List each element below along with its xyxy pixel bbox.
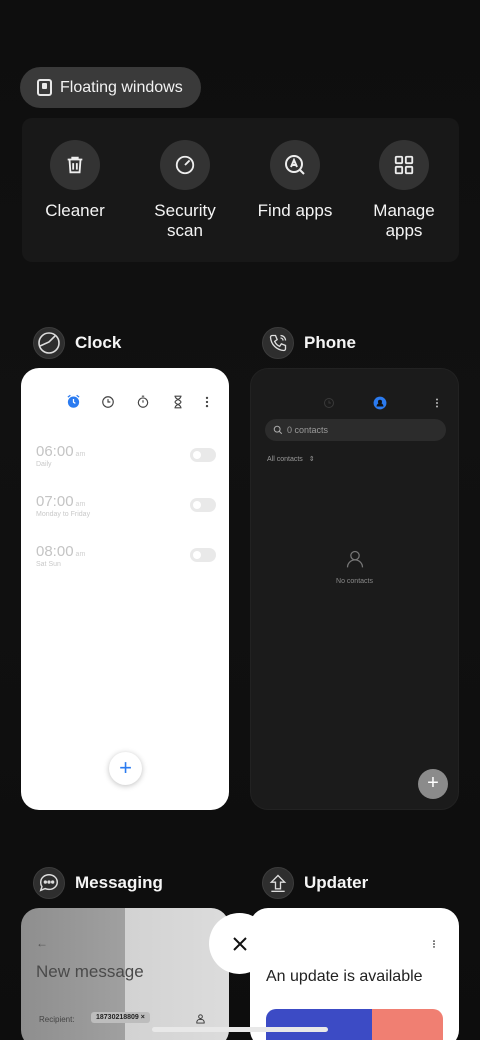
clock-app-card[interactable]: 06:00 am Daily 07:00 am Monday to Friday 0… [21,368,229,810]
quick-tools-panel: Cleaner Security scan Find apps Manage a… [22,118,459,262]
updater-app-icon [262,867,294,899]
add-alarm-button[interactable]: + [109,752,142,785]
alarm-ampm: am [75,501,86,508]
clock-toolbar [21,394,229,411]
empty-contacts-state: No contacts [251,549,458,585]
find-apps-icon [270,140,320,190]
alarm-time: 06:00 [36,443,74,460]
floating-windows-button[interactable]: Floating windows [20,67,201,108]
contact-picker-icon[interactable] [195,1013,206,1024]
security-scan-label: Security scan [154,201,216,240]
close-all-button[interactable] [209,913,270,974]
find-apps-button[interactable]: Find apps [245,140,345,221]
no-contacts-label: No contacts [336,578,373,585]
updater-app-header[interactable]: Updater [262,867,368,899]
alarm-row[interactable]: 07:00 am Monday to Friday [36,493,216,518]
alarm-toggle[interactable] [190,548,216,562]
contacts-filter-dropdown[interactable]: All contacts ⇕ [267,455,315,463]
sort-icon: ⇕ [308,456,315,463]
alarm-repeat: Sat Sun [36,561,61,568]
search-icon [273,425,283,435]
alarm-toggle[interactable] [190,448,216,462]
more-options-icon[interactable] [200,395,214,409]
phone-app-header[interactable]: Phone [262,327,356,359]
recipient-label: Recipient: [39,1015,75,1024]
more-options-icon[interactable] [429,938,439,950]
alarm-ampm: am [75,451,86,458]
floating-windows-label: Floating windows [60,78,183,96]
update-banner-image [266,1009,443,1040]
phone-app-card[interactable]: 0 contacts All contacts ⇕ No contacts + [250,368,459,810]
recents-tab-icon[interactable] [323,397,335,409]
home-indicator[interactable] [152,1027,328,1032]
alarm-time: 07:00 [36,493,74,510]
messaging-app-icon [33,867,65,899]
alarm-time: 08:00 [36,543,74,560]
grid-icon [379,140,429,190]
trash-icon [50,140,100,190]
alarm-repeat: Monday to Friday [36,511,91,518]
person-icon [346,550,363,568]
manage-apps-button[interactable]: Manage apps [354,140,454,241]
manage-apps-label: Manage apps [373,201,435,240]
updater-app-card[interactable]: An update is available [250,908,459,1040]
world-clock-tab-icon[interactable] [101,395,115,409]
more-options-icon[interactable] [431,397,443,409]
messaging-app-card[interactable]: ← New message Recipient: 18730218809 × [21,908,229,1040]
update-available-title: An update is available [266,968,423,985]
floating-window-icon [37,79,52,96]
stopwatch-tab-icon[interactable] [136,395,150,409]
alarm-repeat: Daily [36,461,52,468]
cleaner-label: Cleaner [45,201,105,220]
clock-app-icon [33,327,65,359]
contacts-search-input[interactable]: 0 contacts [265,419,446,441]
contacts-tab-icon[interactable] [373,396,387,410]
phone-app-icon [262,327,294,359]
security-scan-icon [160,140,210,190]
security-scan-button[interactable]: Security scan [135,140,235,241]
close-icon [232,936,247,951]
alarm-row[interactable]: 06:00 am Daily [36,443,216,468]
updater-app-name: Updater [304,873,369,892]
messaging-app-header[interactable]: Messaging [33,867,163,899]
contacts-filter-label: All contacts [267,456,303,463]
alarm-toggle[interactable] [190,498,216,512]
messaging-app-name: Messaging [75,873,163,892]
cleaner-button[interactable]: Cleaner [25,140,125,221]
alarm-ampm: am [75,551,86,558]
alarm-tab-icon[interactable] [66,394,81,409]
phone-app-name: Phone [304,333,356,352]
timer-tab-icon[interactable] [171,395,185,409]
clock-app-header[interactable]: Clock [33,327,121,359]
add-contact-button[interactable]: + [418,769,448,799]
clock-app-name: Clock [75,333,122,352]
alarm-row[interactable]: 08:00 am Sat Sun [36,543,216,568]
contacts-search-placeholder: 0 contacts [287,425,329,435]
recipient-chip[interactable]: 18730218809 × [91,1012,150,1023]
find-apps-label: Find apps [257,201,333,220]
new-message-title: New message [36,962,144,981]
back-arrow-icon[interactable]: ← [36,936,48,950]
